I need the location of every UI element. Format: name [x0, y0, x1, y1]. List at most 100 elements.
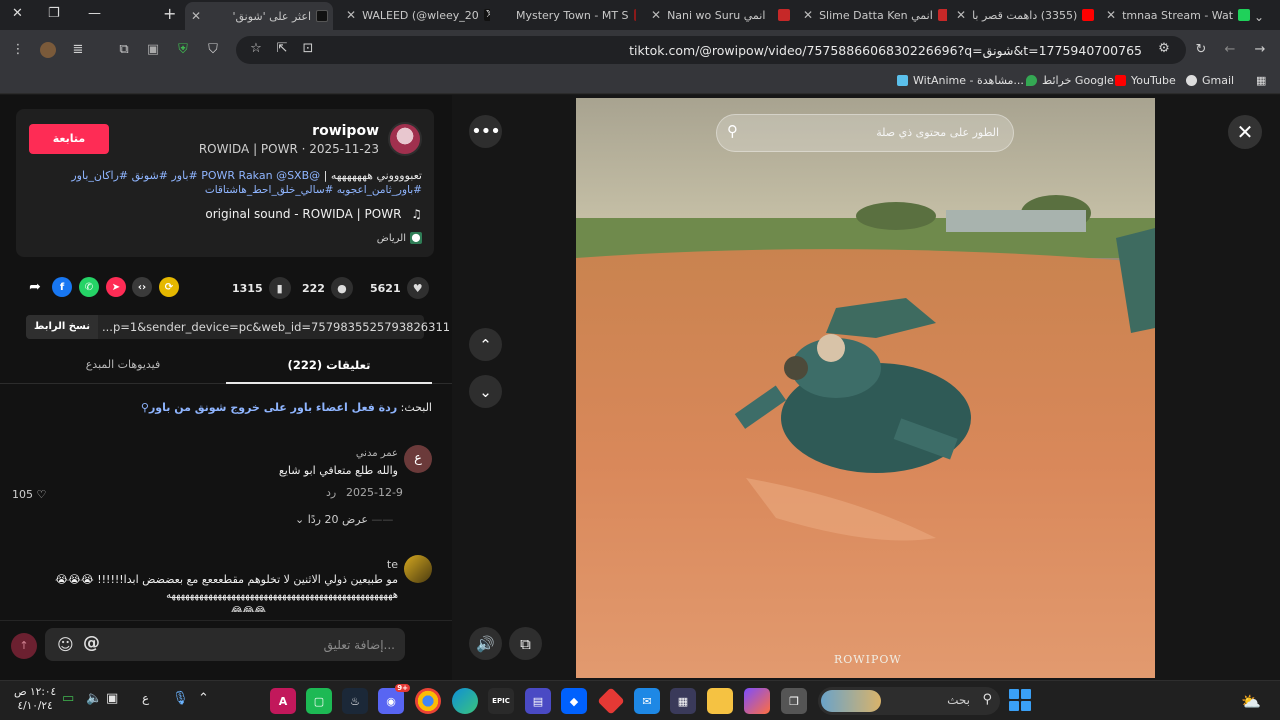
tab-waleed[interactable]: ✕ WALEED (@wleey_20 𝕏	[340, 4, 490, 26]
edge-icon[interactable]	[452, 688, 478, 714]
volume-icon[interactable]: 🔊	[469, 627, 502, 660]
view-replies-button[interactable]: ⌄ عرض 20 ردًا ——	[295, 513, 393, 526]
microphone-icon[interactable]: 🎙	[172, 691, 189, 706]
bookmark-youtube[interactable]: YouTube	[1115, 74, 1176, 87]
caption-hashtags[interactable]: #باور #شونق #راكان_باور	[71, 169, 197, 182]
tab-nani-wo-suru[interactable]: ✕ Nani wo Suru انمي	[645, 4, 795, 26]
tab-comments[interactable]: تعليقات (222)	[226, 350, 432, 384]
comment-input[interactable]: ☺ @ إضافة تعليق...	[45, 628, 405, 661]
file-explorer-icon[interactable]	[707, 688, 733, 714]
commenter-avatar[interactable]: ع	[404, 445, 432, 473]
window-minimize-icon[interactable]: —	[88, 6, 101, 21]
battery-icon[interactable]: ▭	[62, 691, 74, 706]
bookmark-gmail[interactable]: Gmail	[1186, 74, 1234, 87]
epic-games-icon[interactable]: EPIC	[488, 688, 514, 714]
related-search-suggestion[interactable]: البحث: ردة فعل اعضاء باور على خروج شونق …	[141, 401, 432, 414]
reply-button[interactable]: رد	[326, 486, 336, 499]
commenter-name[interactable]: عمر مدني	[356, 448, 398, 459]
all-bookmarks-icon[interactable]: ▦	[1256, 74, 1266, 87]
caption-hashtags-2[interactable]: #باور_ثامن_اعجوبه #سالي_خلق_احط_هاشتاقات	[205, 184, 422, 196]
tab-youtube-video[interactable]: ✕ (3355) داهمت قصر با	[950, 4, 1095, 26]
creator-username[interactable]: rowipow	[312, 123, 379, 139]
window-restore-icon[interactable]: ❐	[48, 6, 60, 21]
like-button[interactable]: 5621 ♥	[370, 277, 429, 299]
new-tab-icon[interactable]: +	[163, 4, 176, 23]
copy-link-button[interactable]: نسخ الرابط	[26, 315, 98, 339]
video-player[interactable]: ⚲ الطور على محتوى ذي صلة ROWIPOW	[576, 98, 1155, 678]
repost-icon[interactable]: ⟳	[159, 277, 179, 297]
extensions-icon[interactable]: ⧉	[116, 42, 132, 58]
system-clock[interactable]: ١٢:٠٤ ص ٤/١٠/٢٤	[14, 685, 56, 713]
bookmark-witanime[interactable]: WitAnime - مشاهدة...	[897, 74, 1024, 87]
app-icon[interactable]: ▢	[306, 688, 332, 714]
previous-video-button[interactable]: ⌃	[469, 328, 502, 361]
tab-close-icon[interactable]: ✕	[191, 9, 201, 23]
next-video-button[interactable]: ⌄	[469, 375, 502, 408]
bookmark-google-maps[interactable]: خرائط Google	[1026, 74, 1114, 87]
tab-close-icon[interactable]: ✕	[1106, 8, 1116, 22]
location-tag[interactable]: الرياض ⬤	[377, 232, 422, 244]
language-indicator[interactable]: ع	[142, 691, 149, 705]
comment-like[interactable]: 105 ♡	[12, 488, 46, 501]
app-icon[interactable]	[597, 687, 625, 715]
bookmark-star-icon[interactable]: ☆	[248, 41, 264, 57]
save-button[interactable]: 1315 ▮	[232, 277, 291, 299]
reload-icon[interactable]: ↻	[1193, 42, 1209, 58]
caption-mention[interactable]: @POWR Rakan @SXB	[201, 169, 320, 182]
security-extension-icon[interactable]: ⛉	[205, 42, 221, 58]
search-query[interactable]: ردة فعل اعضاء باور على خروج شونق من باور	[149, 401, 397, 414]
more-options-icon[interactable]: •••	[469, 115, 502, 148]
tab-close-icon[interactable]: ✕	[956, 8, 966, 22]
emoji-icon[interactable]: ☺	[57, 635, 74, 654]
tray-overflow-chevron-icon[interactable]: ⌃	[198, 691, 209, 706]
discord-icon[interactable]: ◉ 9+	[378, 684, 410, 714]
reading-list-icon[interactable]: ≣	[70, 42, 86, 58]
chrome-icon[interactable]	[415, 688, 441, 714]
creator-avatar[interactable]	[388, 122, 422, 156]
tab-slime-datta-ken[interactable]: ✕ Slime Datta Ken انمي	[797, 4, 947, 26]
share-link-text[interactable]: ...p=1&sender_device=pc&web_id=757983552…	[102, 320, 450, 334]
tab-mystery-town[interactable]: Mystery Town - MT S	[496, 4, 636, 26]
windows-start-icon[interactable]	[1009, 689, 1031, 711]
tab-tmnaa-stream[interactable]: ✕ tmnaa Stream - Wat	[1100, 4, 1250, 26]
sound-name[interactable]: original sound - ROWIDA | POWR	[205, 207, 401, 221]
address-bar[interactable]: ☆ ⇱ ⊡ tiktok.com/@rowipow/video/75758866…	[236, 36, 1186, 64]
tab-close-icon[interactable]: ✕	[346, 8, 356, 22]
network-icon[interactable]: ▣	[106, 691, 118, 706]
translate-icon[interactable]: ⊡	[300, 41, 316, 57]
back-icon[interactable]: →	[1252, 42, 1268, 58]
share-page-icon[interactable]: ⇱	[274, 41, 290, 57]
embed-code-icon[interactable]: ‹›	[132, 277, 152, 297]
weather-icon[interactable]: ⛅	[1238, 688, 1264, 714]
dropbox-icon[interactable]: ◆	[561, 688, 587, 714]
app-icon[interactable]: ▤	[525, 688, 551, 714]
sound-row[interactable]: original sound - ROWIDA | POWR ♫	[205, 207, 422, 221]
mail-icon[interactable]: ✉	[634, 688, 660, 714]
facebook-icon[interactable]: f	[52, 277, 72, 297]
tab-search-icon[interactable]: ⌄	[1254, 6, 1264, 28]
follow-button[interactable]: متابعة	[29, 124, 109, 154]
task-view-icon[interactable]: ❐	[781, 688, 807, 714]
forward-icon[interactable]: ←	[1222, 42, 1238, 58]
copilot-icon[interactable]	[744, 688, 770, 714]
send-comment-button[interactable]: ↑	[11, 633, 37, 659]
menu-icon[interactable]: ⋮	[10, 42, 26, 58]
video-related-search[interactable]: ⚲ الطور على محتوى ذي صلة	[716, 114, 1014, 152]
share-arrow-icon[interactable]: ➦	[25, 277, 45, 297]
extension-icon[interactable]: ▣	[145, 42, 161, 58]
whatsapp-icon[interactable]: ✆	[79, 277, 99, 297]
commenter-name[interactable]: te	[387, 558, 398, 571]
tab-close-icon[interactable]: ✕	[651, 8, 661, 22]
send-to-friends-icon[interactable]: ➤	[106, 277, 126, 297]
commenter-avatar[interactable]	[404, 555, 432, 583]
profile-avatar[interactable]	[40, 42, 56, 58]
tab-creator-videos[interactable]: فيديوهات المبدع	[20, 350, 226, 384]
taskbar-search[interactable]: بحث ⚲	[818, 687, 1000, 715]
window-close-icon[interactable]: ✕	[12, 6, 23, 21]
picture-in-picture-icon[interactable]: ⧉	[509, 627, 542, 660]
close-video-button[interactable]: ✕	[1228, 115, 1262, 149]
speaker-icon[interactable]: 🔈	[86, 691, 102, 706]
mention-icon[interactable]: @	[83, 633, 100, 653]
shield-extension-icon[interactable]: ⛨	[175, 42, 191, 58]
store-icon[interactable]: ▦	[670, 688, 696, 714]
